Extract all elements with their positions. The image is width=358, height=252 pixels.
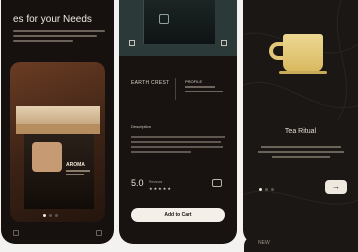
onboarding-text <box>257 146 345 161</box>
product-sublabel <box>66 170 90 177</box>
partial-label: NEW <box>258 240 270 246</box>
phone-screen-onboarding: Tea Ritual → <box>243 0 358 244</box>
back-icon[interactable] <box>129 40 135 46</box>
saucer <box>279 71 327 74</box>
cart-icon[interactable] <box>212 179 222 187</box>
product-label: AROMA <box>66 162 85 168</box>
phone-screen-partial: NEW <box>244 236 358 252</box>
add-to-cart-button[interactable]: Add to Cart <box>131 208 225 222</box>
product-name: EARTH CREST <box>131 80 170 86</box>
onboarding-dot[interactable] <box>271 188 274 191</box>
rating-value: 5.0 <box>131 178 144 188</box>
screenshot-stage: es for your Needs AROMA EARTH CREST PROF… <box>0 0 358 252</box>
meta-lines <box>185 86 225 95</box>
catalog-title: es for your Needs <box>13 14 92 25</box>
carousel-dots[interactable] <box>43 214 58 217</box>
favorite-icon[interactable] <box>221 40 227 46</box>
onboarding-title: Tea Ritual <box>284 128 317 135</box>
phone-screen-catalog: es for your Needs AROMA <box>1 0 114 244</box>
product-card[interactable]: AROMA <box>10 62 105 222</box>
box-badge <box>32 142 62 172</box>
box-logo-icon <box>159 14 169 24</box>
star-icon: ★★★★★ <box>149 186 172 191</box>
divider <box>175 78 176 100</box>
product-hero-image <box>119 0 237 56</box>
description-text <box>131 136 225 156</box>
product-box <box>143 0 215 44</box>
carousel-dot-active[interactable] <box>43 214 46 217</box>
box-lid <box>16 106 100 124</box>
description-heading: Description <box>131 124 152 129</box>
meta-title: PROFILE <box>185 79 203 84</box>
arrow-right-icon[interactable]: → <box>325 180 347 194</box>
catalog-subtitle <box>13 30 105 45</box>
phone-screen-product: EARTH CREST PROFILE Description 5.0 Revi… <box>119 0 237 244</box>
bottom-nav <box>13 230 102 236</box>
onboarding-dot[interactable] <box>265 188 268 191</box>
box-band <box>16 124 100 134</box>
cup-icon <box>283 34 323 72</box>
home-icon[interactable] <box>13 230 19 236</box>
onboarding-dot-active[interactable] <box>259 188 262 191</box>
carousel-dot[interactable] <box>55 214 58 217</box>
search-icon[interactable] <box>96 230 102 236</box>
onboarding-dots[interactable] <box>259 188 274 191</box>
carousel-dot[interactable] <box>49 214 52 217</box>
rating-label: Reviews <box>149 180 163 184</box>
